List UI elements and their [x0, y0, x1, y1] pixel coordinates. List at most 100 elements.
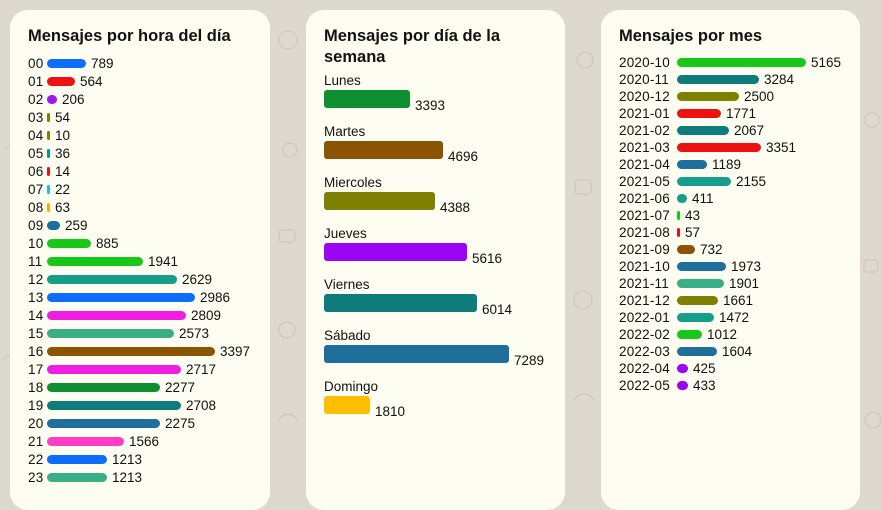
hour-bar — [47, 472, 107, 482]
hour-row: 14 2809 — [28, 306, 254, 324]
month-label: 2022-04 — [619, 361, 670, 376]
weekday-bar-line: 3393 — [324, 90, 549, 113]
month-value: 1901 — [729, 276, 760, 291]
month-bar — [677, 296, 718, 305]
hour-label: 21 — [28, 433, 44, 449]
month-bar — [677, 177, 731, 186]
weekday-row: Miercoles 4388 — [324, 175, 549, 226]
monthly-bar-list: 2020-10 5165 2020-11 3284 2020-12 2500 2021-01… — [619, 54, 844, 394]
monthly-chart-card: Mensajes por mes 2020-10 5165 2020-11 3284 2… — [601, 10, 860, 510]
hour-value: 1213 — [112, 469, 143, 485]
hour-row: 23 1213 — [28, 468, 254, 486]
hour-bar — [47, 220, 60, 230]
hour-row: 00 789 — [28, 54, 254, 72]
month-label: 2021-08 — [619, 225, 670, 240]
hour-row: 22 1213 — [28, 450, 254, 468]
hour-row: 07 22 — [28, 180, 254, 198]
hour-label: 07 — [28, 181, 44, 197]
month-bar — [677, 330, 702, 339]
hour-row: 20 2275 — [28, 414, 254, 432]
month-value: 1189 — [712, 157, 742, 172]
hour-bar — [47, 202, 50, 212]
weekday-bar-line: 7289 — [324, 345, 549, 368]
weekday-label: Viernes — [324, 277, 370, 292]
month-row: 2021-02 2067 — [619, 122, 844, 139]
hour-bar — [47, 436, 124, 446]
month-bar — [677, 92, 739, 101]
month-value: 1472 — [719, 310, 750, 325]
hour-row: 09 259 — [28, 216, 254, 234]
hour-row: 04 10 — [28, 126, 254, 144]
hour-bar — [47, 58, 86, 68]
month-bar — [677, 194, 687, 203]
hour-value: 10 — [55, 127, 71, 143]
month-bar — [677, 160, 707, 169]
hour-label: 18 — [28, 379, 44, 395]
month-row: 2022-01 1472 — [619, 309, 844, 326]
hour-bar — [47, 76, 75, 86]
month-label: 2021-07 — [619, 208, 670, 223]
hour-value: 1941 — [148, 253, 179, 269]
hour-value: 2275 — [165, 415, 196, 431]
month-label: 2021-06 — [619, 191, 670, 206]
hour-value: 22 — [55, 181, 71, 197]
hour-label: 23 — [28, 469, 44, 485]
month-value: 425 — [693, 361, 716, 376]
hour-bar — [47, 292, 195, 302]
hour-label: 20 — [28, 415, 44, 431]
hour-label: 16 — [28, 343, 44, 359]
hour-bar — [47, 454, 107, 464]
month-label: 2021-01 — [619, 106, 670, 121]
month-row: 2022-02 1012 — [619, 326, 844, 343]
month-row: 2020-12 2500 — [619, 88, 844, 105]
weekday-bar — [324, 243, 467, 261]
hour-label: 22 — [28, 451, 44, 467]
hour-label: 09 — [28, 217, 44, 233]
month-value: 411 — [692, 191, 714, 206]
weekday-value: 5616 — [472, 251, 503, 266]
month-label: 2021-05 — [619, 174, 670, 189]
month-label: 2020-12 — [619, 89, 670, 104]
month-value: 1973 — [731, 259, 762, 274]
hour-value: 2717 — [186, 361, 217, 377]
hour-row: 12 2629 — [28, 270, 254, 288]
hour-value: 259 — [65, 217, 88, 233]
month-bar — [677, 313, 714, 322]
hour-bar — [47, 418, 160, 428]
weekday-row: Lunes 3393 — [324, 73, 549, 124]
month-bar — [677, 228, 680, 237]
weekday-bar-line: 5616 — [324, 243, 549, 266]
hour-value: 36 — [55, 145, 71, 161]
hour-label: 14 — [28, 307, 44, 323]
hour-value: 2573 — [179, 325, 210, 341]
weekday-label: Miercoles — [324, 175, 382, 190]
hour-value: 2809 — [191, 307, 222, 323]
month-value: 2067 — [734, 123, 765, 138]
hour-bar — [47, 130, 50, 140]
month-row: 2021-01 1771 — [619, 105, 844, 122]
weekday-chart-title: Mensajes por día de la semana — [324, 27, 501, 66]
hour-row: 13 2986 — [28, 288, 254, 306]
weekday-row: Sábado 7289 — [324, 328, 549, 379]
hour-label: 12 — [28, 271, 44, 287]
hour-row: 10 885 — [28, 234, 254, 252]
month-bar — [677, 143, 761, 152]
month-label: 2022-02 — [619, 327, 670, 342]
month-bar — [677, 245, 695, 254]
weekday-bar-line: 4388 — [324, 192, 549, 215]
hour-bar — [47, 328, 174, 338]
hour-label: 10 — [28, 235, 44, 251]
hour-row: 16 3397 — [28, 342, 254, 360]
weekday-bar — [324, 90, 410, 108]
weekday-bar-line: 4696 — [324, 141, 549, 164]
month-bar — [677, 262, 726, 271]
month-row: 2022-03 1604 — [619, 343, 844, 360]
weekday-value: 4696 — [448, 149, 479, 164]
month-label: 2021-12 — [619, 293, 670, 308]
month-row: 2021-06 411 — [619, 190, 844, 207]
month-label: 2020-10 — [619, 55, 670, 70]
month-value: 2155 — [736, 174, 767, 189]
month-value: 433 — [693, 378, 716, 393]
month-row: 2021-03 3351 — [619, 139, 844, 156]
month-row: 2020-11 3284 — [619, 71, 844, 88]
